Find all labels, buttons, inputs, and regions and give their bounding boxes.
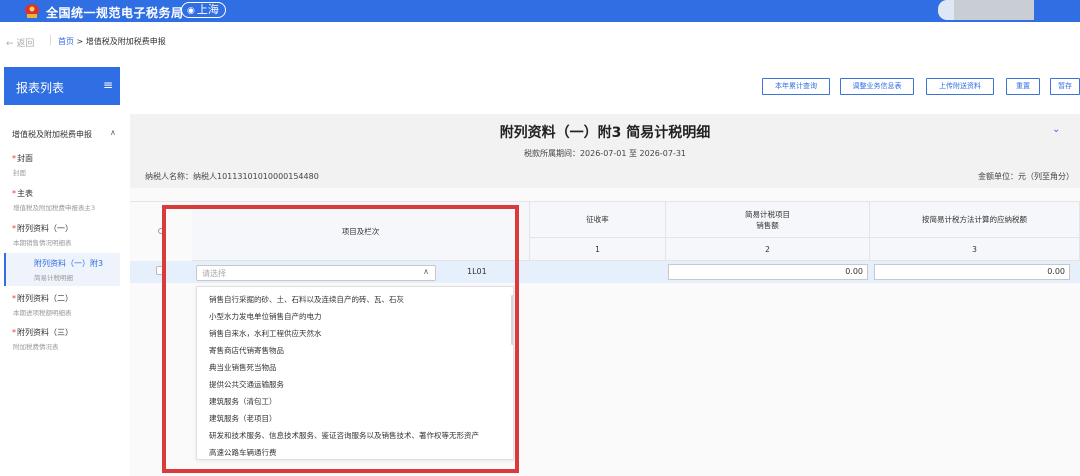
required-star-icon: * — [12, 294, 16, 303]
chevron-up-icon: ∧ — [423, 267, 429, 276]
form-title: 附列资料（一）附3 简易计税明细 — [499, 125, 711, 141]
user-name-redacted — [954, 0, 1034, 20]
tax-amount-input[interactable]: 0.00 — [874, 264, 1070, 280]
sidebar-item-schedule-1-3[interactable]: 附列资料（一）附3 简易计税明细 — [4, 253, 120, 286]
taxpayer-name: 纳税人名称：纳税人10113101010000154480 — [145, 172, 319, 181]
row-checkbox[interactable] — [156, 266, 165, 275]
column-number: 3 — [870, 238, 1080, 261]
sidebar-item-label: 附列资料（一） — [17, 224, 73, 233]
sidebar-item-main[interactable]: *主表 增值税及附加税费申报表主3 — [12, 188, 95, 212]
select-placeholder: 请选择 — [202, 269, 226, 278]
sidebar-item-cover[interactable]: *封面 封面 — [12, 153, 33, 177]
chevron-down-icon[interactable]: ⌄ — [1052, 124, 1060, 135]
upload-attachments-button[interactable]: 上传附送资料 — [926, 78, 994, 95]
dropdown-scrollbar[interactable] — [511, 295, 513, 345]
header-tax: 按简易计税方法计算的应纳税额 — [870, 202, 1080, 238]
breadcrumb-bar: ← 返回 首页 > 增值税及附加税费申报 — [0, 30, 1080, 52]
reset-button[interactable]: 重置 — [1006, 78, 1040, 95]
menu-icon[interactable]: ≡ — [103, 78, 113, 92]
save-draft-button[interactable]: 暂存 — [1050, 78, 1080, 95]
location-pin-icon: ◉ — [187, 6, 195, 16]
dropdown-option[interactable]: 建筑服务（清包工） — [209, 396, 277, 407]
sidebar-title: 报表列表 — [16, 81, 65, 95]
divider — [50, 35, 51, 45]
item-select[interactable]: 请选择 ∧ — [196, 265, 436, 281]
app-title: 全国统一规范电子税务局 — [46, 6, 184, 20]
sales-amount-input[interactable]: 0.00 — [668, 264, 868, 280]
dropdown-option[interactable]: 寄售商店代销寄售物品 — [209, 345, 284, 356]
amount-unit: 金额单位：元（列至角分） — [978, 172, 1074, 181]
column-number: 2 — [666, 238, 870, 261]
sidebar-item-sub: 本期销售情况明细表 — [13, 239, 72, 247]
top-bar: 全国统一规范电子税务局 ◉ 上海 — [0, 0, 1080, 22]
tax-period: 税款所属期间：2026-07-01 至 2026-07-31 — [523, 149, 687, 158]
dropdown-option[interactable]: 销售自来水，水利工程供应天然水 — [209, 328, 322, 339]
adjust-business-info-button[interactable]: 调整业务信息表 — [840, 78, 914, 95]
info-icon — [158, 228, 164, 234]
dropdown-option[interactable]: 建筑服务（老项目） — [209, 413, 277, 424]
chevron-up-icon: ∧ — [110, 128, 116, 137]
column-number: 1 — [530, 238, 666, 261]
dropdown-option[interactable]: 典当业销售死当物品 — [209, 362, 277, 373]
sidebar-item-schedule-1[interactable]: *附列资料（一） 本期销售情况明细表 — [12, 223, 73, 247]
header-sales-line1: 简易计税项目 — [745, 209, 790, 219]
item-select-dropdown: 销售自行采掘的砂、土、石料以及连续自产的砖、瓦、石灰 小型水力发电单位销售自产的… — [196, 286, 514, 460]
sidebar-item-sub: 附加税费情况表 — [13, 343, 59, 351]
dropdown-option[interactable]: 提供公共交通运输服务 — [209, 379, 284, 390]
sidebar-item-label: 主表 — [17, 189, 33, 198]
required-star-icon: * — [12, 154, 16, 163]
sidebar-item-label: 附列资料（二） — [17, 294, 73, 303]
breadcrumb-home-link[interactable]: 首页 — [58, 37, 74, 46]
required-star-icon: * — [12, 189, 16, 198]
row-code: 1L01 — [467, 267, 487, 276]
form-header: 附列资料（一）附3 简易计税明细 税款所属期间：2026-07-01 至 202… — [130, 114, 1080, 188]
header-rate: 征收率 — [530, 202, 666, 238]
required-star-icon: * — [12, 328, 16, 337]
dropdown-option[interactable]: 研发和技术服务、信息技术服务、鉴证咨询服务以及销售技术、著作权等无形资产 — [209, 430, 479, 441]
breadcrumb-current: 增值税及附加税费申报 — [85, 37, 166, 46]
back-button[interactable]: ← 返回 — [6, 36, 34, 49]
header-item-column: 项目及栏次 — [192, 202, 530, 261]
header-sales: 简易计税项目 销售额 — [666, 202, 870, 238]
sidebar-item-sub: 封面 — [13, 169, 26, 177]
sidebar-group-label: 增值税及附加税费申报 — [12, 130, 92, 139]
breadcrumb: 首页 > 增值税及附加税费申报 — [58, 36, 166, 47]
sidebar-group[interactable]: 增值税及附加税费申报 ∧ — [12, 128, 116, 140]
dropdown-option[interactable]: 小型水力发电单位销售自产的电力 — [209, 311, 322, 322]
tax-emblem-icon — [25, 4, 39, 18]
region-label: 上海 — [196, 3, 219, 16]
breadcrumb-separator: > — [76, 37, 84, 46]
header-sales-line2: 销售额 — [756, 220, 779, 230]
sidebar-item-schedule-3[interactable]: *附列资料（三） 附加税费情况表 — [12, 327, 73, 351]
dropdown-option[interactable]: 高速公路车辆通行费 — [209, 447, 277, 458]
sidebar-item-schedule-2[interactable]: *附列资料（二） 本期进项税额明细表 — [12, 293, 73, 317]
annual-query-button[interactable]: 本年累计查询 — [762, 78, 830, 95]
back-label: 返回 — [16, 39, 35, 49]
sidebar-header: 报表列表 ≡ — [4, 67, 120, 105]
region-selector[interactable]: ◉ 上海 — [181, 2, 226, 18]
sidebar-item-sub: 简易计税明细 — [34, 274, 73, 282]
sidebar-item-label: 附列资料（三） — [17, 328, 73, 337]
required-star-icon: * — [12, 224, 16, 233]
dropdown-option[interactable]: 销售自行采掘的砂、土、石料以及连续自产的砖、瓦、石灰 — [209, 294, 404, 305]
sidebar-item-label: 附列资料（一）附3 — [34, 259, 104, 268]
sidebar-item-label: 封面 — [17, 154, 33, 163]
sidebar: 增值税及附加税费申报 ∧ *封面 封面 *主表 增值税及附加税费申报表主3 *附… — [4, 115, 120, 475]
sidebar-item-sub: 增值税及附加税费申报表主3 — [13, 204, 96, 212]
sidebar-item-sub: 本期进项税额明细表 — [13, 309, 72, 317]
